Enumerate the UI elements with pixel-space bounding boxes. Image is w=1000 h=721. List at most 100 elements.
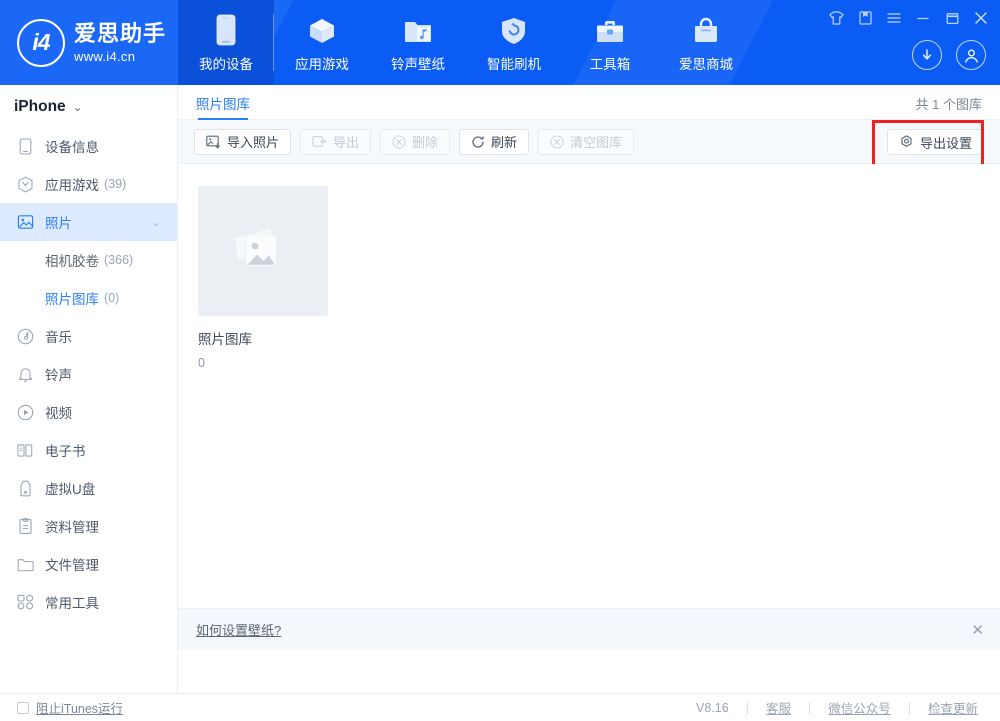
chevron-down-icon: ⌄ [152, 216, 161, 229]
logo-mark-icon: i4 [17, 19, 65, 67]
library-total-count: 共 1 个图库 [916, 94, 982, 113]
sidebar-item-label: 虚拟U盘 [45, 478, 95, 498]
sidebar-item-label: 文件管理 [45, 554, 99, 574]
shield-refresh-icon [501, 12, 527, 46]
maximize-icon[interactable] [941, 7, 963, 29]
common-tools-icon [17, 594, 34, 611]
export-settings-label: 导出设置 [920, 133, 972, 152]
sidebar-subitem-count: (366) [104, 253, 133, 267]
phone-icon [215, 12, 237, 46]
content-tabbar: 照片图库 共 1 个图库 [178, 85, 1000, 120]
sidebar-item-virtual-usb[interactable]: 虚拟U盘 [0, 469, 177, 507]
app-version: V8.16 [696, 701, 729, 715]
toolbar-button-label: 清空图库 [570, 132, 622, 151]
separator: | [746, 701, 749, 715]
sidebar-item-photos[interactable]: 照片 ⌄ [0, 203, 177, 241]
nav-item-my-device[interactable]: 我的设备 [178, 0, 274, 85]
tab-photo-library[interactable]: 照片图库 [196, 85, 250, 120]
toolbar-button-label: 刷新 [491, 132, 517, 151]
sidebar-item-apps-games[interactable]: 应用游戏 (39) [0, 165, 177, 203]
sidebar-subitem-photo-library[interactable]: 照片图库 (0) [0, 279, 177, 317]
shopping-bag-icon [692, 12, 720, 46]
wallpaper-help-link[interactable]: 如何设置壁纸? [196, 620, 281, 639]
nav-item-smart-flash[interactable]: 智能刷机 [466, 0, 562, 85]
import-photo-button[interactable]: 导入照片 [194, 129, 291, 155]
account-icon[interactable] [956, 40, 986, 70]
device-name: iPhone [14, 98, 66, 116]
minimize-icon[interactable] [912, 7, 934, 29]
export-button: 导出 [300, 129, 371, 155]
import-photo-icon [206, 135, 221, 149]
nav-item-apps-games[interactable]: 应用游戏 [274, 0, 370, 85]
usb-icon [17, 480, 34, 497]
ebook-icon [17, 442, 34, 459]
photo-library-card[interactable]: 照片图库 0 [198, 186, 328, 370]
sidebar-subitem-count: (0) [104, 291, 119, 305]
sidebar-item-file-manage[interactable]: 文件管理 [0, 545, 177, 583]
card-thumbnail [198, 186, 328, 316]
refresh-icon [471, 135, 485, 149]
sidebar-item-label: 视频 [45, 402, 72, 422]
theme-icon[interactable] [825, 7, 847, 29]
sidebar-item-label: 铃声 [45, 364, 72, 384]
sidebar-item-label: 设备信息 [45, 136, 99, 156]
block-itunes-toggle[interactable]: 阻止iTunes运行 [0, 698, 123, 717]
check-update-link[interactable]: 检查更新 [928, 698, 978, 717]
nav-item-ringtone-wallpaper[interactable]: 铃声壁纸 [370, 0, 466, 85]
content-toolbar: 导入照片 导出 删除 刷新 [178, 120, 1000, 164]
sidebar-item-music[interactable]: 音乐 [0, 317, 177, 355]
sidebar-subitem-label: 照片图库 [45, 288, 99, 308]
sidebar-item-video[interactable]: 视频 [0, 393, 177, 431]
sidebar-item-ringtone[interactable]: 铃声 [0, 355, 177, 393]
image-placeholder-icon [232, 223, 294, 280]
sidebar-subitem-camera-roll[interactable]: 相机胶卷 (366) [0, 241, 177, 279]
file-manage-icon [17, 556, 34, 573]
sidebar-item-common-tools[interactable]: 常用工具 [0, 583, 177, 621]
status-links: V8.16 | 客服 | 微信公众号 | 检查更新 [696, 698, 1000, 717]
nav-item-store[interactable]: 爱思商城 [658, 0, 754, 85]
nav-item-label: 铃声壁纸 [391, 53, 445, 73]
nav-item-toolbox[interactable]: 工具箱 [562, 0, 658, 85]
separator: | [808, 701, 811, 715]
sidebar-item-data-manage[interactable]: 资料管理 [0, 507, 177, 545]
refresh-button[interactable]: 刷新 [459, 129, 529, 155]
sidebar-item-device-info[interactable]: 设备信息 [0, 127, 177, 165]
download-icon[interactable] [912, 40, 942, 70]
main-nav: 我的设备 应用游戏 铃声壁纸 智能刷机 [178, 0, 754, 85]
save-icon[interactable] [854, 7, 876, 29]
logo-mark-text: i4 [32, 29, 49, 56]
sidebar: iPhone ⌄ 设备信息 应用游戏 (39) 照片 ⌄ 相机胶卷 (366) [0, 85, 178, 693]
status-bar: 阻止iTunes运行 V8.16 | 客服 | 微信公众号 | 检查更新 [0, 693, 1000, 721]
clear-library-icon [550, 135, 564, 149]
user-actions [912, 40, 986, 70]
export-settings-button[interactable]: 导出设置 [887, 129, 984, 155]
sidebar-subitem-label: 相机胶卷 [45, 250, 99, 270]
wechat-official-link[interactable]: 微信公众号 [828, 698, 891, 717]
block-itunes-checkbox[interactable] [17, 702, 29, 714]
card-count: 0 [198, 356, 328, 370]
sidebar-item-ebook[interactable]: 电子书 [0, 431, 177, 469]
music-icon [17, 328, 34, 345]
export-icon [312, 135, 327, 149]
notice-bar: 如何设置壁纸? ✕ [178, 608, 1000, 650]
close-icon[interactable]: ✕ [971, 621, 984, 639]
sidebar-item-label: 常用工具 [45, 592, 99, 612]
toolbox-icon [595, 12, 625, 46]
menu-icon[interactable] [883, 7, 905, 29]
music-folder-icon [403, 12, 433, 46]
data-manage-icon [17, 518, 34, 535]
window-controls [825, 7, 992, 29]
nav-item-label: 智能刷机 [487, 53, 541, 73]
sidebar-item-label: 照片 [45, 212, 72, 232]
export-settings-wrapper: 导出设置 [887, 129, 984, 155]
apps-games-icon [17, 176, 34, 193]
chevron-down-icon: ⌄ [73, 100, 83, 114]
logo-brand-name: 爱思助手 [74, 23, 166, 45]
sidebar-item-label: 电子书 [45, 440, 86, 460]
delete-icon [392, 135, 406, 149]
app-header: i4 爱思助手 www.i4.cn 我的设备 应用游戏 [0, 0, 1000, 85]
settings-gear-icon [899, 135, 914, 150]
device-selector[interactable]: iPhone ⌄ [0, 87, 177, 127]
close-icon[interactable] [970, 7, 992, 29]
customer-service-link[interactable]: 客服 [766, 698, 791, 717]
